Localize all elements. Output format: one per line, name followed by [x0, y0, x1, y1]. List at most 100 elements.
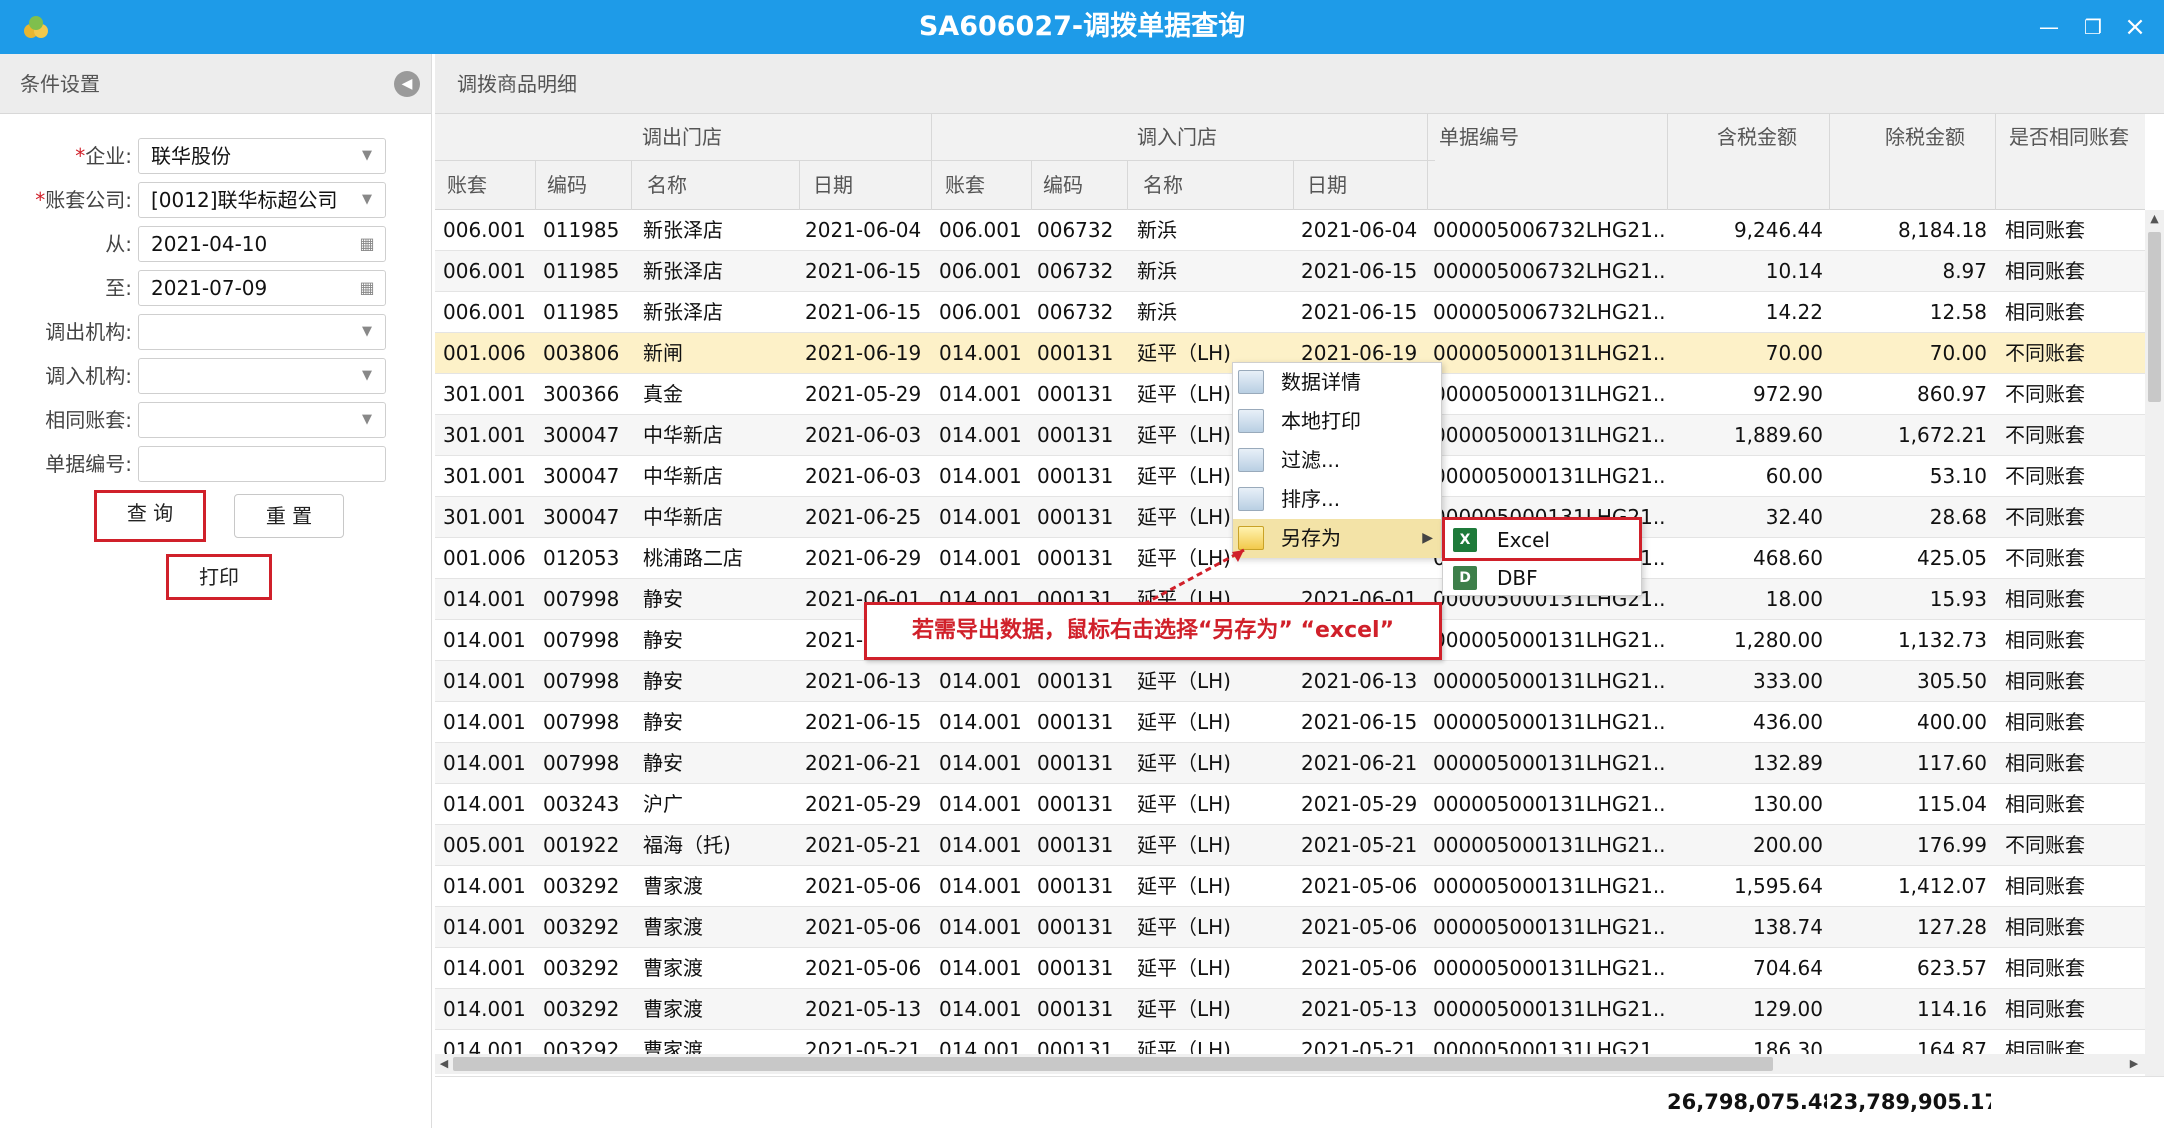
cell-out-name: 静安: [643, 587, 683, 611]
enterprise-select[interactable]: 联华股份 ▼: [138, 138, 386, 174]
cell-in-name: 延平（LH): [1137, 915, 1231, 939]
chevron-down-icon[interactable]: ▼: [357, 410, 377, 430]
cell-amount-notax: 1,132.73: [1897, 628, 1987, 652]
cell-amount-notax: 12.58: [1929, 300, 1987, 324]
condition-panel-header: 条件设置 ◀: [0, 54, 431, 114]
condition-panel: 条件设置 ◀ *企业: 联华股份 ▼ *账套公司: [0012]联华标超公司 ▼…: [0, 54, 432, 1128]
chevron-down-icon[interactable]: ▼: [357, 322, 377, 342]
same-account-select[interactable]: ▼: [138, 402, 386, 438]
horizontal-scroll-thumb[interactable]: [453, 1057, 1773, 1071]
cell-in-code: 000131: [1037, 792, 1114, 816]
cell-in-name: 新浜: [1137, 259, 1177, 283]
table-row[interactable]: 006.001 011985 新张泽店 2021-06-15 006.001 006732…: [435, 292, 2145, 333]
table-row[interactable]: 014.001 007998 静安 2021-06-15 014.001 000131 延平…: [435, 702, 2145, 743]
scroll-right-icon[interactable]: ▶: [2125, 1054, 2143, 1074]
vertical-scroll-thumb[interactable]: [2148, 232, 2161, 402]
col-in-account[interactable]: 账套: [945, 160, 985, 210]
col-in-code[interactable]: 编码: [1043, 160, 1083, 210]
col-out-date[interactable]: 日期: [813, 160, 853, 210]
table-row[interactable]: 005.001 001922 福海（托) 2021-05-21 014.001 00013…: [435, 825, 2145, 866]
cell-in-account: 014.001: [939, 464, 1022, 488]
table-row[interactable]: 014.001 003292 曹家渡 2021-05-13 014.001 000131 延…: [435, 989, 2145, 1030]
cell-in-date: 2021-06-15: [1301, 710, 1418, 734]
cell-out-account: 014.001: [443, 915, 526, 939]
calendar-icon[interactable]: ▦: [357, 234, 377, 254]
reset-button[interactable]: 重 置: [234, 494, 344, 538]
cell-out-code: 300047: [543, 423, 620, 447]
chevron-down-icon[interactable]: ▼: [357, 146, 377, 166]
horizontal-scrollbar[interactable]: ◀ ▶: [435, 1054, 2145, 1074]
submenu-arrow-icon: ▶: [1422, 530, 1433, 546]
cell-doc-no: 000005000131LHG21...: [1433, 628, 1665, 652]
condition-panel-title: 条件设置: [20, 72, 100, 96]
cell-in-code: 000131: [1037, 710, 1114, 734]
col-out-account[interactable]: 账套: [447, 160, 487, 210]
doc-no-input[interactable]: [138, 446, 386, 482]
menu-item-filter[interactable]: 过滤...: [1233, 441, 1441, 480]
calendar-icon[interactable]: ▦: [357, 278, 377, 298]
cell-out-date: 2021-06-21: [805, 751, 922, 775]
account-company-select[interactable]: [0012]联华标超公司 ▼: [138, 182, 386, 218]
cell-in-name: 延平（LH): [1137, 874, 1231, 898]
scroll-up-icon[interactable]: ▲: [2145, 212, 2164, 225]
cell-out-date: 2021-06-13: [805, 669, 922, 693]
cell-same-account: 不同账套: [2005, 423, 2085, 447]
cell-in-account: 014.001: [939, 710, 1022, 734]
cell-amount-tax: 9,246.44: [1733, 218, 1823, 242]
col-out-name[interactable]: 名称: [647, 160, 687, 210]
grid-header: 调出门店 调入门店 账套 编码 名称 日期 账套 编码 名称 日期 单据编号 含…: [435, 114, 2145, 210]
col-in-name[interactable]: 名称: [1143, 160, 1183, 210]
table-row[interactable]: 014.001 003292 曹家渡 2021-05-06 014.001 000131 延…: [435, 907, 2145, 948]
form-row-same-account: 相同账套: ▼: [0, 400, 432, 440]
vertical-scrollbar[interactable]: ▲ ▼: [2145, 210, 2164, 1108]
menu-item-dbf[interactable]: D DBF: [1443, 559, 1641, 597]
scroll-left-icon[interactable]: ◀: [435, 1054, 453, 1074]
cell-doc-no: 000005000131LHG21...: [1433, 833, 1665, 857]
table-row[interactable]: 014.001 007998 静安 2021-06-13 014.001 000131 延平…: [435, 661, 2145, 702]
out-org-select[interactable]: ▼: [138, 314, 386, 350]
table-row[interactable]: 014.001 007998 静安 2021-06-21 014.001 000131 延平…: [435, 743, 2145, 784]
query-button[interactable]: 查 询: [94, 490, 206, 542]
sort-icon: [1238, 487, 1264, 511]
col-amount-tax[interactable]: 含税金额: [1717, 114, 1797, 160]
grid-detail-icon: [1238, 370, 1264, 394]
collapse-left-icon[interactable]: ◀: [394, 71, 420, 97]
cell-out-date: 2021-06-04: [805, 218, 922, 242]
date-from-input[interactable]: 2021-04-10 ▦: [138, 226, 386, 262]
cell-in-code: 006732: [1037, 259, 1114, 283]
cell-in-name: 延平（LH): [1137, 997, 1231, 1021]
menu-item-local-print[interactable]: 本地打印: [1233, 402, 1441, 441]
dbf-icon: D: [1453, 566, 1477, 590]
minimize-icon[interactable]: —: [2036, 14, 2062, 40]
col-same-account[interactable]: 是否相同账套: [2009, 114, 2129, 160]
table-row[interactable]: 006.001 011985 新张泽店 2021-06-15 006.001 006732…: [435, 251, 2145, 292]
cell-amount-tax: 14.22: [1765, 300, 1823, 324]
restore-icon[interactable]: ❐: [2080, 14, 2106, 40]
cell-same-account: 相同账套: [2005, 792, 2085, 816]
cell-in-date: 2021-05-21: [1301, 833, 1418, 857]
print-button[interactable]: 打印: [166, 554, 272, 600]
cell-same-account: 相同账套: [2005, 587, 2085, 611]
col-doc-no[interactable]: 单据编号: [1439, 114, 1519, 160]
table-row[interactable]: 006.001 011985 新张泽店 2021-06-04 006.001 006732…: [435, 210, 2145, 251]
close-icon[interactable]: ×: [2122, 14, 2148, 40]
chevron-down-icon[interactable]: ▼: [357, 190, 377, 210]
chevron-down-icon[interactable]: ▼: [357, 366, 377, 386]
in-org-select[interactable]: ▼: [138, 358, 386, 394]
form-row-account-company: *账套公司: [0012]联华标超公司 ▼: [0, 180, 432, 220]
col-in-date[interactable]: 日期: [1307, 160, 1347, 210]
table-row[interactable]: 014.001 003243 沪广 2021-05-29 014.001 000131 延平…: [435, 784, 2145, 825]
table-row[interactable]: 014.001 003292 曹家渡 2021-05-06 014.001 000131 延…: [435, 948, 2145, 989]
cell-out-name: 曹家渡: [643, 874, 703, 898]
context-menu: 数据详情 本地打印 过滤... 排序... 另存为 ▶: [1232, 362, 1442, 558]
cell-out-code: 007998: [543, 628, 620, 652]
col-out-code[interactable]: 编码: [547, 160, 587, 210]
table-row[interactable]: 014.001 003292 曹家渡 2021-05-06 014.001 000131 延…: [435, 866, 2145, 907]
cell-doc-no: 000005000131LHG21...: [1433, 382, 1665, 406]
menu-item-save-as[interactable]: 另存为 ▶: [1233, 519, 1441, 558]
cell-out-code: 007998: [543, 710, 620, 734]
date-to-input[interactable]: 2021-07-09 ▦: [138, 270, 386, 306]
menu-item-data-detail[interactable]: 数据详情: [1233, 363, 1441, 402]
menu-item-sort[interactable]: 排序...: [1233, 480, 1441, 519]
col-amount-notax[interactable]: 除税金额: [1885, 114, 1965, 160]
